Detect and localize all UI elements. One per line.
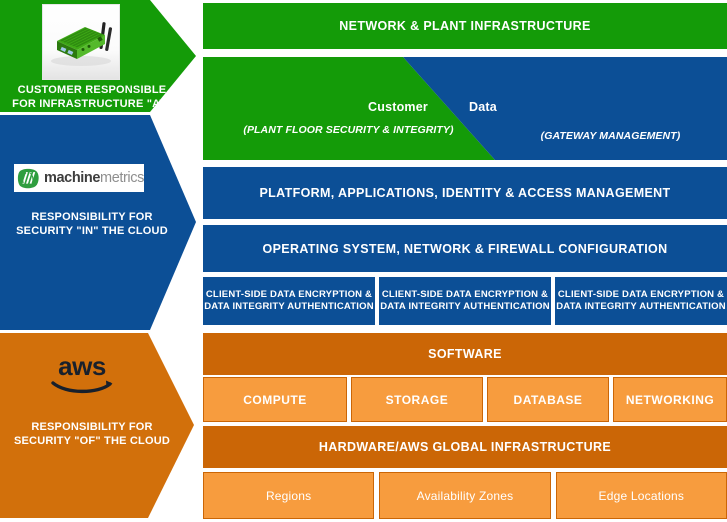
machinemetrics-wordmark: machinemetrics <box>44 169 144 186</box>
plant-floor-security-note: (PLANT FLOOR SECURITY & INTEGRITY) <box>243 124 454 136</box>
cell-edge-locations-label: Edge Locations <box>598 488 685 503</box>
cell-client-side-data-3-label: CLIENT-SIDE DATA ENCRYPTION & DATA INTEG… <box>556 289 726 312</box>
cell-database: DATABASE <box>486 377 610 422</box>
cell-compute-label: COMPUTE <box>243 392 307 407</box>
cell-regions-label: Regions <box>265 488 312 503</box>
cell-client-side-data-2: CLIENT-SIDE DATA ENCRYPTION & DATA INTEG… <box>379 277 551 325</box>
cell-networking: NETWORKING <box>613 377 727 422</box>
cell-client-side-data-2-label: CLIENT-SIDE DATA ENCRYPTION & DATA INTEG… <box>380 289 550 312</box>
row-operating-system-network-firewall: OPERATING SYSTEM, NETWORK & FIREWALL CON… <box>203 225 727 272</box>
machinemetrics-responsibility-caption: RESPONSIBILITY FOR SECURITY "IN" THE CLO… <box>16 211 168 237</box>
cell-edge-locations: Edge Locations <box>555 472 727 519</box>
shared-responsibility-diagram: CUSTOMER RESPONSIBLE FOR INFRASTRUCTURE … <box>0 0 727 522</box>
row-hardware-global-infrastructure: HARDWARE/AWS GLOBAL INFRASTRUCTURE <box>203 426 727 468</box>
row-aws-services: COMPUTE STORAGE DATABASE NETWORKING <box>203 377 727 422</box>
row-software-label: SOFTWARE <box>428 347 502 361</box>
aws-logo: aws <box>46 351 118 397</box>
aws-smile-icon: aws <box>51 351 113 394</box>
cell-database-label: DATABASE <box>513 392 583 407</box>
customer-data-split-background <box>203 57 727 160</box>
machinemetrics-logo: machinemetrics <box>14 164 144 192</box>
logo-word-metrics: metrics <box>100 169 144 186</box>
cell-client-side-data-3: CLIENT-SIDE DATA ENCRYPTION & DATA INTEG… <box>555 277 727 325</box>
cell-availability-zones-label: Availability Zones <box>416 488 514 503</box>
cell-networking-label: NETWORKING <box>625 392 715 407</box>
gateway-management-note: (GATEWAY MANAGEMENT) <box>540 130 681 142</box>
responsibility-arrow-machinemetrics: machinemetrics RESPONSIBILITY FOR SECURI… <box>0 112 196 334</box>
data-label: Data <box>469 100 497 114</box>
responsibility-stack: NETWORK & PLANT INFRASTRUCTURE Customer … <box>203 0 727 522</box>
cell-regions: Regions <box>203 472 375 519</box>
machinemetrics-logo-icon <box>17 168 39 188</box>
row-global-infrastructure: Regions Availability Zones Edge Location… <box>203 472 727 519</box>
cell-client-side-data-1-label: CLIENT-SIDE DATA ENCRYPTION & DATA INTEG… <box>204 289 374 312</box>
customer-label: Customer <box>368 100 428 114</box>
row-client-side-data: CLIENT-SIDE DATA ENCRYPTION & DATA INTEG… <box>203 277 727 325</box>
logo-word-machine: machine <box>44 169 101 186</box>
svg-text:aws: aws <box>58 353 106 381</box>
cell-storage: STORAGE <box>350 377 483 422</box>
row-customer-data: Customer Data (PLANT FLOOR SECURITY & IN… <box>203 57 727 160</box>
cell-client-side-data-1: CLIENT-SIDE DATA ENCRYPTION & DATA INTEG… <box>203 277 375 325</box>
row-operating-system-label: OPERATING SYSTEM, NETWORK & FIREWALL CON… <box>262 241 668 256</box>
responsibility-arrow-aws: aws RESPONSIBILITY FOR SECURITY "OF" THE… <box>0 333 196 522</box>
row-platform-applications-identity-access: PLATFORM, APPLICATIONS, IDENTITY & ACCES… <box>203 167 727 219</box>
row-network-plant-infrastructure-label: NETWORK & PLANT INFRASTRUCTURE <box>339 19 591 33</box>
aws-responsibility-caption: RESPONSIBILITY FOR SECURITY "OF" THE CLO… <box>13 421 170 447</box>
edge-gateway-device-photo <box>42 4 120 80</box>
row-hardware-label: HARDWARE/AWS GLOBAL INFRASTRUCTURE <box>318 440 612 454</box>
cell-compute: COMPUTE <box>203 377 347 422</box>
cell-storage-label: STORAGE <box>385 392 449 407</box>
row-network-plant-infrastructure: NETWORK & PLANT INFRASTRUCTURE <box>203 3 727 49</box>
row-software: SOFTWARE <box>203 333 727 375</box>
row-platform-label: PLATFORM, APPLICATIONS, IDENTITY & ACCES… <box>259 186 671 200</box>
cell-availability-zones: Availability Zones <box>379 472 551 519</box>
